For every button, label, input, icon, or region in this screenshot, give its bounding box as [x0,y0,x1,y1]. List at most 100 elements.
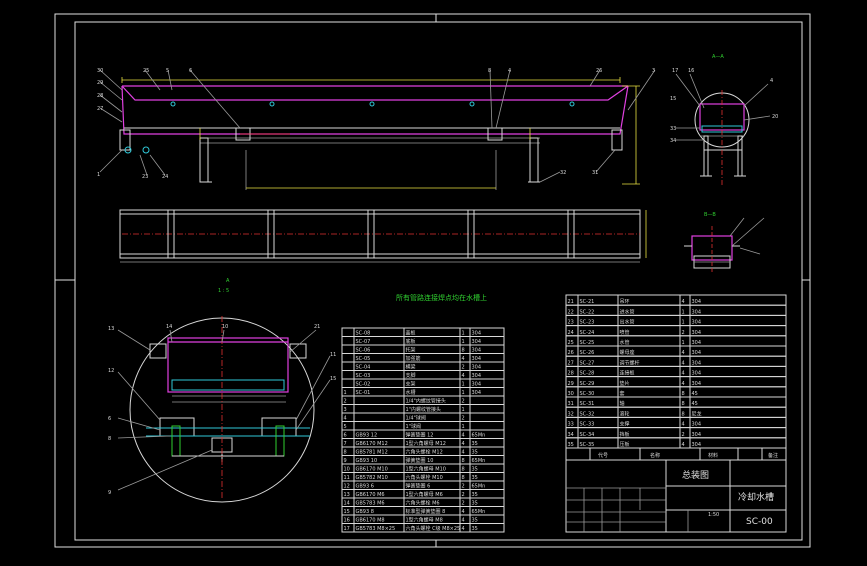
parts-left-cell-mat: 304 [472,339,482,345]
product-name: 冷却水槽 [738,491,774,503]
parts-right-cell-mat: 45 [692,401,698,407]
parts-right-cell-code: SC-31 [580,401,595,407]
parts-left-cell-name: 加强筋 [406,355,421,362]
parts-right-cell-code: SC-29 [580,381,595,387]
parts-right-cell-name: 支撑 [620,421,630,428]
parts-left-cell-no: 3 [344,407,347,413]
parts-right-cell-name: 吊环 [620,299,630,305]
parts-right-cell-mat: 304 [692,330,702,336]
parts-left-cell-code: GB6170 M10 [356,467,388,473]
parts-left-cell-mat: 35 [472,441,478,447]
parts-left-cell-code: SC-07 [356,339,371,345]
parts-right-row [565,314,787,327]
parts-left-cell-mat: 35 [472,475,478,481]
parts-right-cell-qty: 1 [682,340,685,346]
general-note: 所有管路连接焊点均在水槽上 [396,293,487,302]
parts-right-row [565,325,787,337]
parts-left-cell-mat: 304 [472,331,482,337]
parts-right-cell-name: 套 [620,390,625,397]
parts-left-cell-mat: 304 [472,365,482,371]
parts-left-cell-no: 13 [344,492,350,498]
parts-right-cell-code: SC-21 [580,299,595,305]
parts-right-cell-qty: 4 [682,422,685,428]
parts-left-cell-name: 弹簧垫圈 12 [406,432,434,439]
parts-right-cell-mat: 304 [692,320,702,326]
parts-left-cell-code: SC-04 [356,365,371,371]
parts-right-cell-no: 23 [568,320,574,326]
parts-left-cell-qty: 1 [462,331,465,337]
parts-left-cell-qty: 8 [462,467,465,473]
parts-list-left: 17 GB5783 M8×25 六角头螺栓 C级 M8×25 4 3516 GB6170 … [341,327,505,533]
parts-right-cell-qty: 1 [682,320,685,326]
parts-left-cell-qty: 2 [462,416,465,422]
parts-right-cell-qty: 4 [682,299,685,305]
parts-left-cell-code: GB6170 M12 [356,441,388,447]
parts-right-row [565,396,787,408]
parts-right-cell-qty: 4 [682,360,685,366]
parts-left-cell-no: 15 [344,509,350,515]
parts-right-cell-mat: 304 [692,432,702,438]
parts-left-cell-code: GB93 8 [356,509,374,515]
parts-left-cell-qty: 2 [462,501,465,507]
parts-right-cell-no: 31 [568,401,574,407]
parts-right-cell-mat: 304 [692,299,702,305]
parts-left-cell-qty: 8 [462,458,465,464]
parts-left-cell-qty: 1 [462,339,465,345]
callout-6: 6 [189,68,192,74]
parts-right-cell-code: SC-32 [580,411,595,417]
parts-left-cell-qty: 2 [462,365,465,371]
parts-left-cell-mat: 65Mn [472,509,486,515]
parts-left-cell-mat: 35 [472,518,478,524]
detail-callout-8: 8 [108,436,111,442]
parts-right-cell-code: SC-22 [580,309,595,315]
parts-right-cell-no: 33 [568,422,574,428]
parts-right-cell-qty: 1 [682,309,685,315]
parts-right-cell-code: SC-33 [580,422,595,428]
parts-right-cell-no: 32 [568,411,574,417]
parts-right-row [565,335,787,347]
detail-callout-6: 6 [108,416,111,422]
parts-right-cell-no: 29 [568,381,574,387]
parts-left-cell-name: 底板 [406,338,416,345]
parts-right-cell-mat: 304 [692,350,702,356]
parts-list-right: 35 SC-35 压板 4 30434 SC-34 挡板 2 30433 SC-33 支撑 4 3043… [565,294,787,449]
parts-right-cell-name: 挡板 [620,431,630,438]
parts-right-cell-no: 26 [568,350,574,356]
parts-right-cell-qty: 2 [682,432,685,438]
parts-left-cell-name: 标准型弹簧垫圈 8 [406,508,446,515]
parts-left-cell-qty: 4 [462,441,465,447]
parts-right-cell-no: 27 [568,360,574,366]
callout-3: 3 [652,68,655,74]
parts-left-cell-no: 17 [344,526,350,532]
parts-left-cell-mat: 304 [472,373,482,379]
parts-right-cell-code: SC-35 [580,442,595,448]
parts-right-cell-no: 24 [568,330,574,336]
parts-left-cell-name: 1型六角螺母 M12 [406,440,446,447]
parts-right-row [565,345,787,357]
parts-left-cell-qty: 2 [462,399,465,405]
parts-right-cell-qty: 2 [682,330,685,336]
parts-right-cell-mat: 尼龙 [692,410,702,417]
parts-right-cell-no: 34 [568,432,574,438]
parts-right-cell-code: SC-27 [580,360,595,366]
parts-right-cell-mat: 304 [692,360,702,366]
parts-right-row [565,365,787,378]
parts-left-cell-name: 托架 [406,347,416,354]
parts-left-row [341,421,505,431]
parts-right-cell-mat: 304 [692,442,702,448]
detail-callout-10: 10 [222,324,228,330]
parts-left-cell-name: 盖板 [406,330,416,337]
callout-side-4: 4 [770,78,773,84]
header-remark: 备注 [768,452,778,459]
parts-left-cell-code: GB93 12 [356,433,378,439]
parts-left-cell-code: GB5783 M6 [356,501,385,507]
detail-callout-13: 13 [108,326,114,332]
callout-side-17: 17 [672,68,678,74]
parts-right-cell-qty: 8 [682,401,685,407]
parts-left-cell-code: SC-02 [356,382,371,388]
parts-left-cell-no: 2 [344,399,347,405]
parts-left-cell-name: 1/4"内螺纹管接头 [406,398,446,405]
parts-left-cell-mat: 65Mn [472,433,486,439]
parts-right-cell-code: SC-26 [580,350,595,356]
detail-callout-12: 12 [108,368,114,374]
